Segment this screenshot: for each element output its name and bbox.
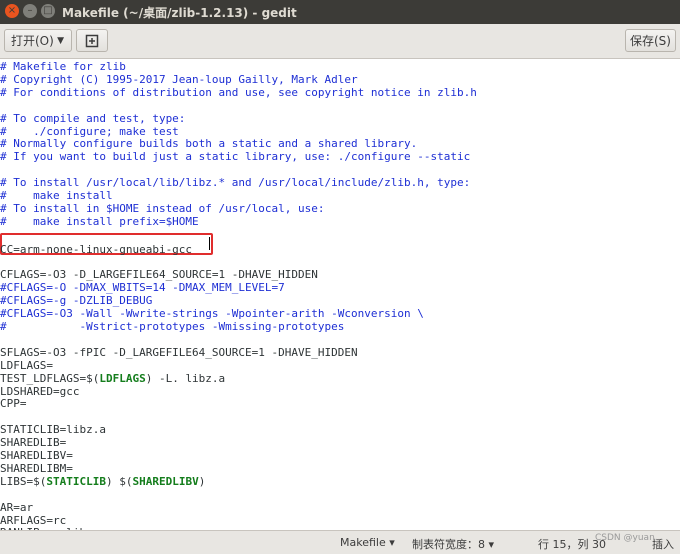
code-line[interactable]: # To install /usr/local/lib/libz.* and /… — [0, 176, 470, 189]
code-line[interactable]: # To install in $HOME instead of /usr/lo… — [0, 202, 325, 215]
watermark-text: CSDN @yuan... — [595, 533, 664, 543]
new-document-button[interactable] — [76, 29, 108, 52]
code-line[interactable]: # If you want to build just a static lib… — [0, 150, 470, 163]
code-line[interactable]: # For conditions of distribution and use… — [0, 86, 477, 99]
tab-width-selector[interactable]: 制表符宽度：8 ▾ — [412, 536, 494, 552]
dropdown-icon: ▾ — [488, 538, 495, 551]
code-line[interactable]: CFLAGS=-O3 -D_LARGEFILE64_SOURCE=1 -DHAV… — [0, 268, 318, 281]
code-line[interactable]: CPP= — [0, 397, 27, 410]
code-line[interactable]: LIBS=$(STATICLIB) $(SHAREDLIBV) — [0, 475, 205, 488]
code-line[interactable]: # Normally configure builds both a stati… — [0, 137, 417, 150]
dropdown-icon: ▾ — [389, 536, 395, 549]
save-button[interactable]: 保存(S) — [625, 29, 676, 52]
code-line[interactable]: # Copyright (C) 1995-2017 Jean-loup Gail… — [0, 73, 358, 86]
code-line[interactable]: CC=arm-none-linux-gnueabi-gcc — [0, 243, 192, 256]
code-line[interactable]: ARFLAGS=rc — [0, 514, 66, 527]
code-line[interactable]: SFLAGS=-O3 -fPIC -D_LARGEFILE64_SOURCE=1… — [0, 346, 358, 359]
minimize-window-button[interactable]: – — [23, 4, 37, 18]
open-button[interactable]: 打开(O) ▼ — [4, 29, 72, 52]
code-line[interactable]: STATICLIB=libz.a — [0, 423, 106, 436]
code-line[interactable]: #CFLAGS=-g -DZLIB_DEBUG — [0, 294, 152, 307]
code-line[interactable]: # make install prefix=$HOME — [0, 215, 199, 228]
code-line[interactable]: # make install — [0, 189, 113, 202]
code-line[interactable]: # ./configure; make test — [0, 125, 179, 138]
tab-width-label: 制表符宽度：8 — [412, 538, 485, 551]
title-bar: × – □ Makefile (~/桌面/zlib-1.2.13) - gedi… — [0, 0, 680, 24]
code-line[interactable]: LDFLAGS= — [0, 359, 53, 372]
open-label: 打开(O) — [11, 34, 54, 48]
language-label: Makefile — [340, 536, 386, 549]
status-bar: Makefile ▾ 制表符宽度：8 ▾ 行 15，列 30 插入 — [0, 530, 680, 554]
language-selector[interactable]: Makefile ▾ — [340, 536, 395, 549]
code-line[interactable]: AR=ar — [0, 501, 33, 514]
code-line[interactable]: TEST_LDFLAGS=$(LDFLAGS) -L. libz.a — [0, 372, 225, 385]
text-cursor — [209, 237, 210, 250]
code-line[interactable]: #CFLAGS=-O3 -Wall -Wwrite-strings -Wpoin… — [0, 307, 424, 320]
code-line[interactable]: # To compile and test, type: — [0, 112, 185, 125]
new-document-icon — [85, 34, 99, 48]
text-editor[interactable]: # Makefile for zlib # Copyright (C) 1995-… — [0, 59, 680, 530]
code-line[interactable]: LDSHARED=gcc — [0, 385, 79, 398]
code-line[interactable]: SHAREDLIBM= — [0, 462, 73, 475]
close-window-button[interactable]: × — [5, 4, 19, 18]
maximize-window-button[interactable]: □ — [41, 4, 55, 18]
code-line[interactable]: # Makefile for zlib — [0, 60, 126, 73]
code-line[interactable]: # -Wstrict-prototypes -Wmissing-prototyp… — [0, 320, 344, 333]
chevron-down-icon: ▼ — [57, 36, 64, 46]
window-title: Makefile (~/桌面/zlib-1.2.13) - gedit — [62, 6, 297, 20]
header-toolbar: 打开(O) ▼ 保存(S) — [0, 24, 680, 59]
code-line[interactable]: #CFLAGS=-O -DMAX_WBITS=14 -DMAX_MEM_LEVE… — [0, 281, 285, 294]
code-line[interactable]: SHAREDLIBV= — [0, 449, 73, 462]
code-line[interactable]: SHAREDLIB= — [0, 436, 66, 449]
